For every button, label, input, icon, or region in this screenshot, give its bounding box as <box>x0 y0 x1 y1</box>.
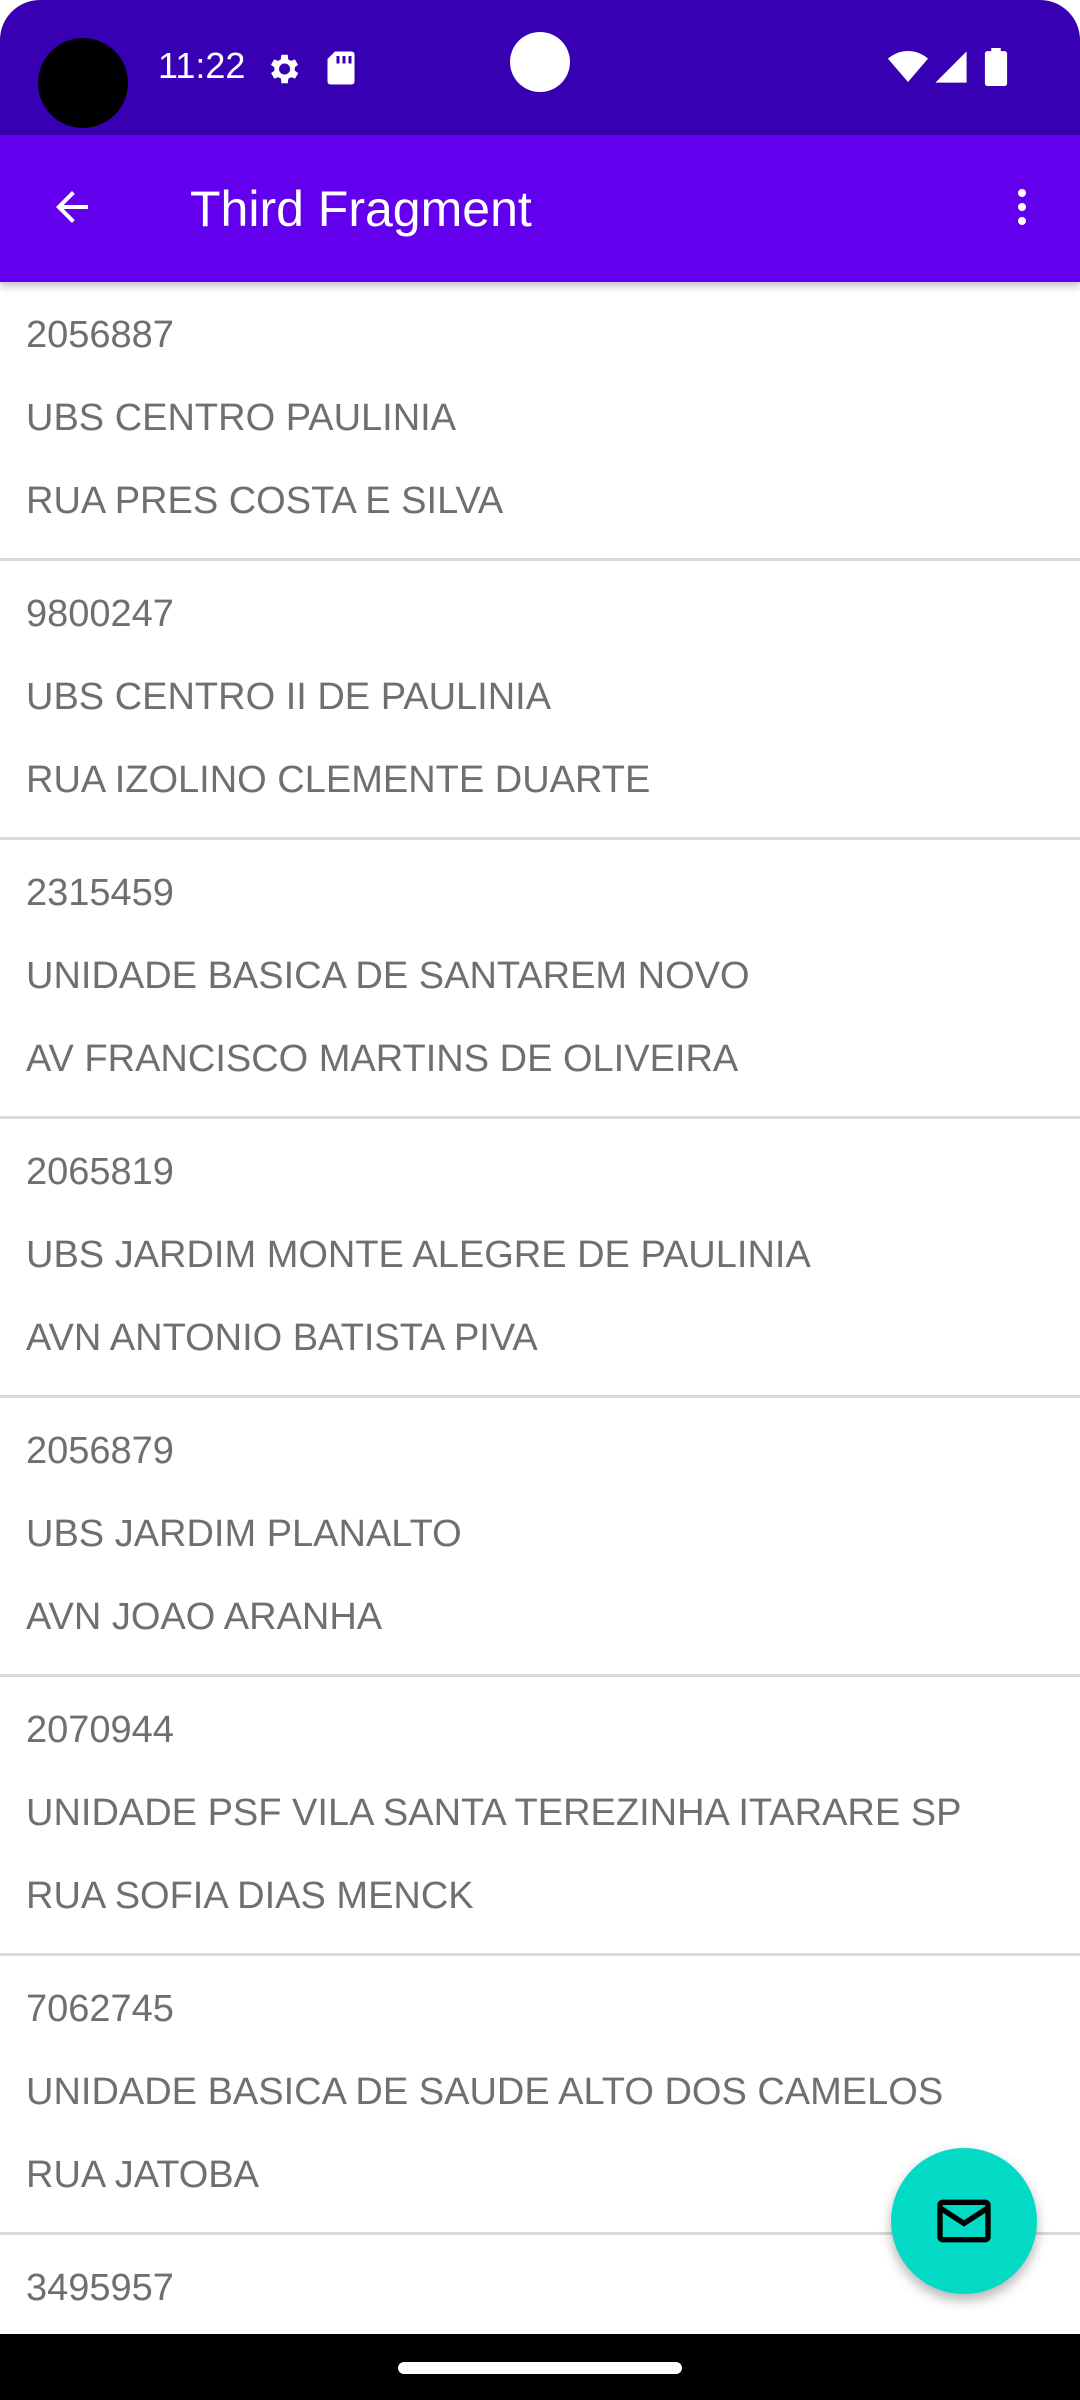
unit-code: 3495957 <box>26 2267 174 2309</box>
unit-address: AVN ANTONIO BATISTA PIVA <box>26 1317 538 1359</box>
sd-card-icon <box>327 51 355 85</box>
unit-code: 2056887 <box>26 314 174 356</box>
unit-address: AVN JOAO ARANHA <box>26 1596 383 1638</box>
unit-code: 2065819 <box>26 1151 174 1193</box>
battery-icon <box>984 48 1008 86</box>
camera-cutout <box>38 38 128 128</box>
unit-name: UBS CENTRO II DE PAULINIA <box>26 676 552 718</box>
screen: 11:22 Third Fragment 2056887 UBS CENTRO … <box>0 0 1080 2400</box>
unit-list[interactable]: 2056887 UBS CENTRO PAULINIA RUA PRES COS… <box>0 282 1080 2334</box>
unit-name: UBS CENTRO PAULINIA <box>26 397 457 439</box>
unit-code: 2056879 <box>26 1430 174 1472</box>
email-icon <box>937 2199 991 2243</box>
unit-address: RUA PRES COSTA E SILVA <box>26 480 504 522</box>
email-fab-button[interactable] <box>891 2148 1037 2294</box>
unit-name: UBS JARDIM PLANALTO <box>26 1513 462 1555</box>
unit-name: UBS JARDIM MONTE ALEGRE DE PAULINIA <box>26 1234 811 1276</box>
wifi-icon <box>888 51 928 82</box>
unit-name: UNIDADE PSF VILA SANTA TEREZINHA ITARARE… <box>26 1792 962 1834</box>
unit-code: 9800247 <box>26 593 174 635</box>
unit-name: UNIDADE BASICA DE SANTAREM NOVO <box>26 955 750 997</box>
status-bar: 11:22 <box>0 0 1080 135</box>
back-button[interactable] <box>36 171 108 243</box>
list-item[interactable]: 2065819 UBS JARDIM MONTE ALEGRE DE PAULI… <box>0 1119 1080 1398</box>
list-item[interactable]: 2056879 UBS JARDIM PLANALTO AVN JOAO ARA… <box>0 1398 1080 1677</box>
app-bar: Third Fragment <box>0 135 1080 282</box>
list-item[interactable]: 9800247 UBS CENTRO II DE PAULINIA RUA IZ… <box>0 561 1080 840</box>
overflow-menu-button[interactable] <box>986 171 1058 243</box>
arrow-back-icon <box>56 191 88 223</box>
front-sensor <box>510 32 570 92</box>
page-title: Third Fragment <box>190 181 532 237</box>
unit-code: 7062745 <box>26 1988 174 2030</box>
navigation-bar <box>0 2334 1080 2400</box>
unit-code: 2315459 <box>26 872 174 914</box>
list-item[interactable]: 2070944 UNIDADE PSF VILA SANTA TEREZINHA… <box>0 1677 1080 1956</box>
unit-address: AV FRANCISCO MARTINS DE OLIVEIRA <box>26 1038 739 1080</box>
unit-name: UNIDADE BASICA DE SAUDE ALTO DOS CAMELOS <box>26 2071 944 2113</box>
signal-icon <box>935 51 967 83</box>
unit-address: RUA JATOBA <box>26 2154 259 2196</box>
unit-code: 2070944 <box>26 1709 174 1751</box>
gear-icon <box>270 54 299 84</box>
list-item[interactable]: 2315459 UNIDADE BASICA DE SANTAREM NOVO … <box>0 840 1080 1119</box>
more-vert-icon <box>1018 189 1026 225</box>
gesture-handle[interactable] <box>398 2362 682 2374</box>
status-time: 11:22 <box>158 45 246 86</box>
unit-address: RUA IZOLINO CLEMENTE DUARTE <box>26 759 651 801</box>
list-item[interactable]: 2056887 UBS CENTRO PAULINIA RUA PRES COS… <box>0 282 1080 561</box>
unit-address: RUA SOFIA DIAS MENCK <box>26 1875 474 1917</box>
